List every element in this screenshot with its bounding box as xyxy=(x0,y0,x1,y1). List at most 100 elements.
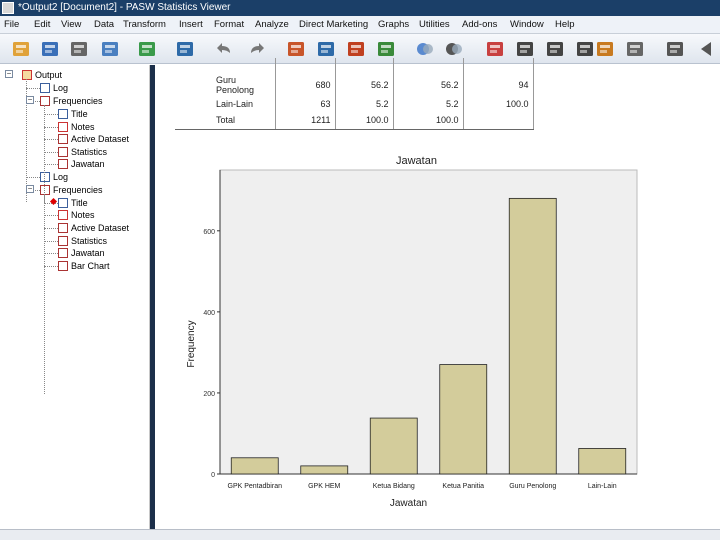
table-cell xyxy=(463,58,534,75)
promote-button[interactable] xyxy=(514,39,536,59)
goto-data-button[interactable] xyxy=(174,39,196,59)
variables-button[interactable] xyxy=(375,39,397,59)
demote-icon xyxy=(547,42,563,56)
redo-icon xyxy=(251,43,264,53)
export-icon xyxy=(139,42,155,56)
menu-data[interactable]: Data xyxy=(94,16,114,34)
y-tick-label: 0 xyxy=(211,472,215,479)
tree-connector xyxy=(44,266,58,267)
table-row: Total 1211 100.0 100.0 xyxy=(175,112,534,130)
export-button[interactable] xyxy=(136,39,158,59)
dataset-icon xyxy=(58,223,68,233)
expand-button[interactable] xyxy=(594,39,616,59)
menu-transform[interactable]: Transform xyxy=(123,16,166,34)
menu-insert[interactable]: Insert xyxy=(179,16,203,34)
menu-bar: File Edit View Data Transform Insert Format Ana… xyxy=(0,16,720,34)
tree-connector xyxy=(44,228,58,229)
tree-connector xyxy=(44,127,58,128)
x-tick-label: GPK Pentadbiran xyxy=(228,483,283,490)
bar-gpk-hem xyxy=(300,465,349,475)
collapse-button[interactable] xyxy=(574,39,596,59)
insert-output-icon xyxy=(348,42,364,56)
tree-expander[interactable]: − xyxy=(5,70,13,78)
tree-connector xyxy=(44,215,58,216)
print-preview-icon xyxy=(102,42,118,56)
goto-case-button[interactable] xyxy=(285,39,307,59)
show-all-button[interactable] xyxy=(443,39,465,59)
designate-window-button[interactable] xyxy=(484,39,506,59)
notes-icon xyxy=(58,210,68,220)
select-button[interactable] xyxy=(414,39,436,59)
print-icon xyxy=(71,42,87,56)
menu-direct-marketing[interactable]: Direct Marketing xyxy=(299,16,368,34)
tree-expander[interactable]: − xyxy=(26,96,34,104)
menu-view[interactable]: View xyxy=(61,16,81,34)
open-button[interactable] xyxy=(10,39,32,59)
table-cell: 680 xyxy=(275,75,336,95)
output-book-icon xyxy=(22,70,32,80)
y-tick-label: 400 xyxy=(203,310,215,317)
insert-output-button[interactable] xyxy=(345,39,367,59)
print-preview-button[interactable] xyxy=(99,39,121,59)
show-icon xyxy=(627,42,643,56)
table-cell xyxy=(335,58,394,75)
menu-add-ons[interactable]: Add-ons xyxy=(462,16,497,34)
frequencies-icon xyxy=(40,185,50,195)
outline-item-label: Bar Chart xyxy=(71,261,110,271)
collapse-icon xyxy=(577,42,593,56)
statistics-icon xyxy=(58,236,68,246)
menu-help[interactable]: Help xyxy=(555,16,575,34)
table-icon xyxy=(58,159,68,169)
undo-button[interactable] xyxy=(213,39,235,59)
expand-icon xyxy=(597,42,613,56)
table-row xyxy=(175,58,534,75)
goto-case-icon xyxy=(288,42,304,56)
frequency-table: Guru Penolong 680 56.2 56.2 94 Lain-Lain 63 5.2… xyxy=(175,58,534,130)
open-icon xyxy=(13,42,29,56)
tree-connector xyxy=(44,253,58,254)
outline-item-label: Notes xyxy=(71,210,95,220)
log-icon xyxy=(40,172,50,182)
app-icon xyxy=(2,2,14,14)
save-button[interactable] xyxy=(39,39,61,59)
hide-button[interactable] xyxy=(664,39,686,59)
outline-item-label: Statistics xyxy=(71,147,108,157)
outline-item-label: Frequencies xyxy=(53,185,103,195)
tree-connector xyxy=(26,88,40,89)
redo-button[interactable] xyxy=(246,39,268,59)
outline-item-label: Statistics xyxy=(71,236,108,246)
goto-variable-icon xyxy=(318,42,334,56)
tree-connector xyxy=(44,241,58,242)
outline-item-label: Jawatan xyxy=(71,159,105,169)
outline-item-label: Jawatan xyxy=(71,248,105,258)
bar-lain-lain xyxy=(578,448,627,475)
print-button[interactable] xyxy=(68,39,90,59)
bar-chart-icon xyxy=(58,261,68,271)
variables-icon xyxy=(378,42,394,56)
tree-connector xyxy=(26,177,40,178)
menu-format[interactable]: Format xyxy=(214,16,244,34)
menu-edit[interactable]: Edit xyxy=(34,16,50,34)
table-cell: 100.0 xyxy=(463,95,534,112)
menu-window[interactable]: Window xyxy=(510,16,544,34)
tree-connector xyxy=(44,114,58,115)
back-button[interactable] xyxy=(696,39,718,59)
demote-button[interactable] xyxy=(544,39,566,59)
goto-variable-button[interactable] xyxy=(315,39,337,59)
menu-utilities[interactable]: Utilities xyxy=(419,16,450,34)
table-cell: 5.2 xyxy=(335,95,394,112)
menu-analyze[interactable]: Analyze xyxy=(255,16,289,34)
y-tick-label: 600 xyxy=(203,229,215,236)
bar-guru-penolong xyxy=(508,197,557,475)
show-button[interactable] xyxy=(624,39,646,59)
tree-expander[interactable]: − xyxy=(26,185,34,193)
menu-file[interactable]: File xyxy=(4,16,19,34)
frequencies-icon xyxy=(40,96,50,106)
menu-graphs[interactable]: Graphs xyxy=(378,16,409,34)
save-icon xyxy=(42,42,58,56)
bar-ketua-panitia xyxy=(439,364,488,475)
title-icon xyxy=(58,109,68,119)
table-cell: 100.0 xyxy=(393,112,464,130)
outline-item-label: Title xyxy=(71,109,88,119)
table-cell: 1211 xyxy=(275,112,336,130)
